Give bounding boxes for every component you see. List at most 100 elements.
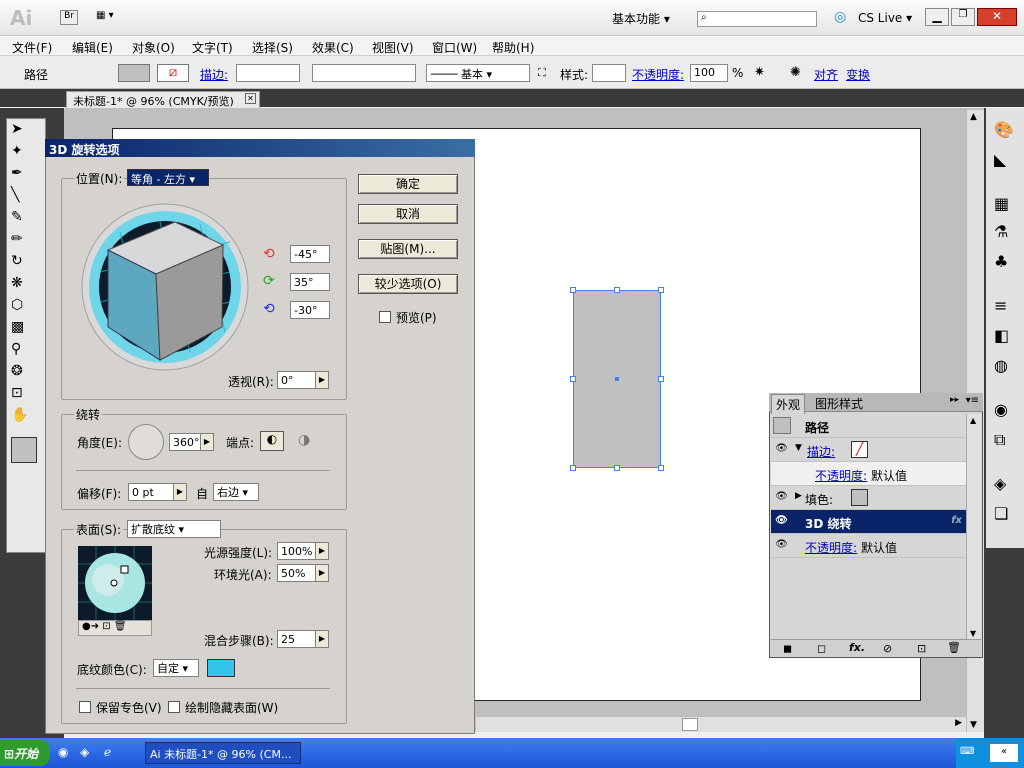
visibility-eye-icon[interactable]: 👁 [775,443,788,455]
add-fill-icon[interactable]: ◻ [817,642,826,655]
move-light-back-icon[interactable]: ●➜ [82,621,99,632]
add-effect-icon[interactable]: fx. [849,641,865,654]
scroll-thumb[interactable] [682,718,698,731]
scroll-up-icon[interactable]: ▲ [970,112,977,122]
angle-stepper[interactable]: ▶ [200,433,214,451]
selection-handle[interactable] [570,287,576,293]
arrange-docs-icon[interactable]: ▦ ▾ [96,10,126,25]
fill-color-swatch[interactable] [11,437,37,463]
opacity-attr-link[interactable]: 不透明度: [805,539,857,556]
swatches-icon[interactable]: ▦ [994,194,1009,213]
position-select[interactable]: 等角 - 左方 ▾ [127,169,209,186]
artboard-tool-icon[interactable]: ⊡ [11,385,23,401]
from-select[interactable]: 右边 ▾ [213,483,259,501]
stroke-link[interactable]: 描边: [200,66,228,83]
light-sphere[interactable] [78,546,152,620]
scroll-down-icon[interactable]: ▼ [970,629,976,638]
symbols-icon[interactable]: ♣ [994,252,1008,271]
workspace-switcher[interactable]: 基本功能 ▾ [612,10,670,27]
selection-handle[interactable] [658,465,664,471]
brush-tool-icon[interactable]: ✎ [11,209,23,225]
cap-off-icon[interactable]: ◑ [298,432,310,448]
panel-menu-icon[interactable]: ▾≡ [966,395,979,406]
selection-handle[interactable] [658,376,664,382]
selection-handle[interactable] [570,376,576,382]
magic-wand-icon[interactable]: ✦ [11,143,23,159]
menu-edit[interactable]: 编辑(E) [72,39,113,56]
delete-light-icon[interactable]: 🗑 [114,621,127,632]
rotate-z-input[interactable]: -30° [290,301,330,319]
offset-stepper[interactable]: ▶ [173,483,187,501]
opacity-link[interactable]: 不透明度: [632,66,684,83]
stroke-opacity-link[interactable]: 不透明度: [815,467,867,484]
perspective-input[interactable]: 0° [277,371,317,389]
close-tab-icon[interactable]: ✕ [245,93,256,104]
new-light-icon[interactable]: ⊡ [102,621,110,632]
appearance-panel-icon[interactable]: ◉ [994,400,1008,419]
menu-window[interactable]: 窗口(W) [432,39,477,56]
taskbar-task[interactable]: Ai 未标题-1* @ 96% (CM... [145,742,301,764]
gradient-icon[interactable]: ◧ [994,326,1009,345]
appearance-stroke-opacity-row[interactable]: 不透明度: 默认值 [771,462,966,486]
add-stroke-icon[interactable]: ◼ [783,642,792,655]
stroke-attr-link[interactable]: 描边: [807,443,835,460]
visibility-eye-icon[interactable]: 👁 [775,539,788,551]
quicklaunch-icon[interactable]: ◈ [80,745,89,759]
selection-handle[interactable] [658,287,664,293]
fewer-options-button[interactable]: 较少选项(O) [358,274,458,294]
light-intensity-input[interactable]: 100% [277,542,317,560]
graphic-styles-icon[interactable]: ⧉ [994,430,1005,450]
start-button[interactable]: ⊞开始 [0,740,50,766]
selection-handle[interactable] [614,465,620,471]
collapse-triangle-icon[interactable]: ▶ [795,491,802,501]
rotate-x-input[interactable]: -45° [290,245,330,263]
fill-color-chip[interactable] [851,489,868,506]
ambient-input[interactable]: 50% [277,564,317,582]
horizontal-scrollbar[interactable]: ▶ [476,716,966,732]
keyboard-icon[interactable]: ⌨ [960,746,974,757]
layers-icon[interactable]: ◈ [994,474,1006,493]
align-link[interactable]: 对齐 [814,66,838,83]
menu-object[interactable]: 对象(O) [132,39,175,56]
selection-handle[interactable] [614,287,620,293]
effect-3d-revolve[interactable]: 3D 绕转 [805,515,852,532]
bridge-button[interactable]: Br [60,10,78,25]
menu-effect[interactable]: 效果(C) [312,39,354,56]
menu-type[interactable]: 文字(T) [192,39,233,56]
color-guide-icon[interactable]: ◣ [994,150,1006,169]
expand-triangle-icon[interactable]: ▼ [795,443,802,453]
angle-input[interactable]: 360° [169,433,201,451]
preserve-spot-checkbox[interactable] [79,701,91,713]
hand-tool-icon[interactable]: ✋ [11,407,28,423]
cap-on-icon[interactable]: ◐ [260,431,284,451]
line-tool-icon[interactable]: ╲ [11,187,19,203]
menu-file[interactable]: 文件(F) [12,39,52,56]
variable-width-select[interactable] [312,64,416,82]
ambient-stepper[interactable]: ▶ [315,564,329,582]
offset-input[interactable]: 0 pt [128,483,174,501]
scroll-right-icon[interactable]: ▶ [955,718,962,728]
appearance-object-row[interactable]: 路径 [771,414,966,438]
fill-swatch[interactable] [118,64,150,82]
ok-button[interactable]: 确定 [358,174,458,194]
brush-options-icon[interactable]: ⛶ [538,66,546,80]
selection-handle[interactable] [570,465,576,471]
shape-builder-icon[interactable]: ⬡ [11,297,23,313]
stroke-weight-input[interactable] [236,64,300,82]
brush-select[interactable]: ──── 基本 ▾ [426,64,530,82]
blend-steps-input[interactable]: 25 [277,630,317,648]
appearance-scrollbar[interactable]: ▲ ▼ [966,414,981,640]
angle-dial[interactable] [128,424,164,460]
mesh-tool-icon[interactable]: ▩ [11,319,24,335]
tab-graphic-styles[interactable]: 图形样式 [811,395,867,412]
rotate-tool-icon[interactable]: ↻ [11,253,23,269]
clear-appearance-icon[interactable]: ⊘ [883,642,892,655]
pencil-tool-icon[interactable]: ✏ [11,231,23,247]
appearance-fill-row[interactable]: 👁 ▶ 填色: [771,486,966,510]
delete-item-icon[interactable]: 🗑 [947,641,961,654]
duplicate-item-icon[interactable]: ⊡ [917,642,926,655]
surface-select[interactable]: 扩散底纹 ▾ [127,520,221,538]
quicklaunch-icon[interactable]: ◉ [58,745,68,759]
tab-appearance[interactable]: 外观 [771,394,806,414]
eyedropper-icon[interactable]: ⚲ [11,341,21,357]
